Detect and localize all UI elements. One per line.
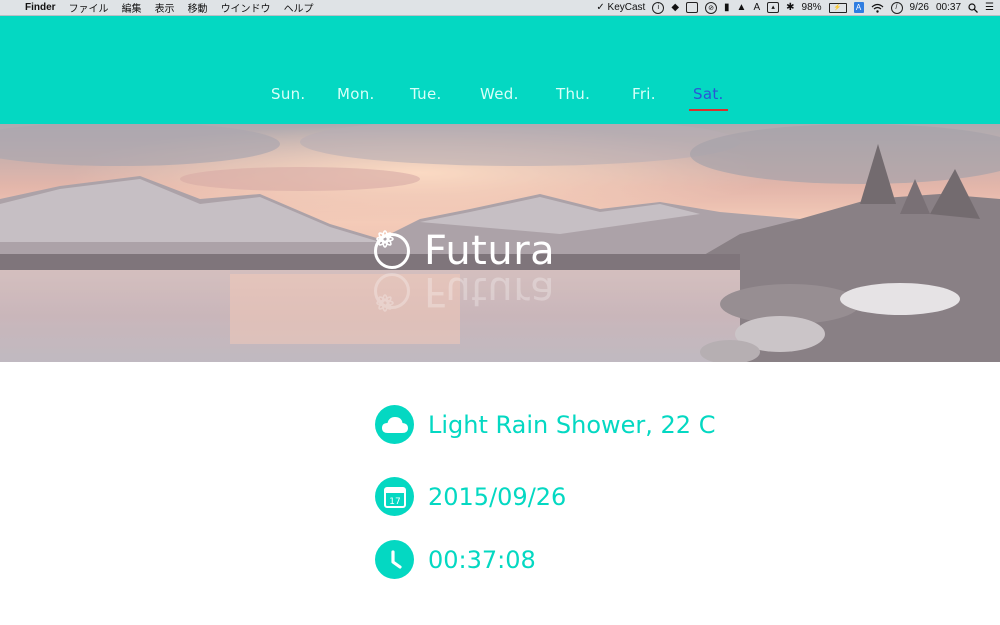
tab-fri[interactable]: Fri. xyxy=(632,85,656,103)
spotlight-icon[interactable] xyxy=(968,2,978,13)
menu-date[interactable]: 9/26 xyxy=(910,2,929,13)
clock-icon[interactable]: / xyxy=(890,1,903,14)
flower-logo-reflection-icon xyxy=(374,273,410,312)
wifi-icon[interactable] xyxy=(871,3,884,13)
tab-sun[interactable]: Sun. xyxy=(271,85,306,103)
menu-view[interactable]: 表示 xyxy=(155,0,175,15)
tab-mon[interactable]: Mon. xyxy=(337,85,375,103)
vpn-icon[interactable]: ⊘ xyxy=(705,1,718,14)
keycast-menu[interactable]: ✓ KeyCast xyxy=(596,2,645,13)
menu-window[interactable]: ウインドウ xyxy=(221,0,271,15)
battery-percent[interactable]: 98% xyxy=(802,2,822,13)
hero-banner: Futura Futura xyxy=(0,124,1000,362)
notification-center-icon[interactable]: ☰ xyxy=(985,2,994,13)
adobe-icon[interactable]: A xyxy=(753,2,760,13)
weather-row: Light Rain Shower, 22 C xyxy=(375,405,715,444)
menu-icon[interactable]: ▮ xyxy=(724,2,730,13)
tab-wed[interactable]: Wed. xyxy=(480,85,519,103)
airplay-icon[interactable]: ▴ xyxy=(767,2,780,13)
date-row: 17 2015/09/26 xyxy=(375,477,566,516)
weather-text: Light Rain Shower, 22 C xyxy=(428,410,716,439)
clock-row: 00:37:08 xyxy=(375,540,536,579)
menu-edit[interactable]: 編集 xyxy=(122,0,142,15)
clipboard-icon[interactable] xyxy=(686,2,699,13)
calendar-icon-day: 17 xyxy=(389,497,400,507)
menu-app-name[interactable]: Finder xyxy=(25,2,56,13)
logo-reflection: Futura xyxy=(374,268,555,314)
calendar-icon: 17 xyxy=(375,477,414,516)
menu-go[interactable]: 移動 xyxy=(188,0,208,15)
tab-tue[interactable]: Tue. xyxy=(410,85,442,103)
day-tabs: Sun. Mon. Tue. Wed. Thu. Fri. Sat. xyxy=(0,85,1000,111)
date-text: 2015/09/26 xyxy=(428,482,567,511)
tab-sat[interactable]: Sat. xyxy=(689,85,728,111)
tab-thu[interactable]: Thu. xyxy=(556,85,590,103)
flower-logo-icon xyxy=(374,230,410,269)
battery-icon[interactable]: ⚡ xyxy=(828,2,847,13)
clock-icon xyxy=(375,540,414,579)
clock-text: 00:37:08 xyxy=(428,545,536,574)
cloud-icon xyxy=(375,405,414,444)
menu-bar: Finder ファイル 編集 表示 移動 ウインドウ ヘルプ ✓ KeyCast… xyxy=(0,0,1000,16)
menu-file[interactable]: ファイル xyxy=(69,0,109,15)
menu-time[interactable]: 00:37 xyxy=(936,2,961,13)
info-icon[interactable]: i xyxy=(652,1,665,14)
menu-help[interactable]: ヘルプ xyxy=(284,0,314,15)
dropbox-icon[interactable]: ◆ xyxy=(671,2,679,13)
logo-reflection-text: Futura xyxy=(424,268,556,314)
bluetooth-icon[interactable]: ✱ xyxy=(786,2,794,13)
notification-bell-icon[interactable]: ▲ xyxy=(737,2,747,13)
input-source-icon[interactable]: A xyxy=(853,2,864,13)
